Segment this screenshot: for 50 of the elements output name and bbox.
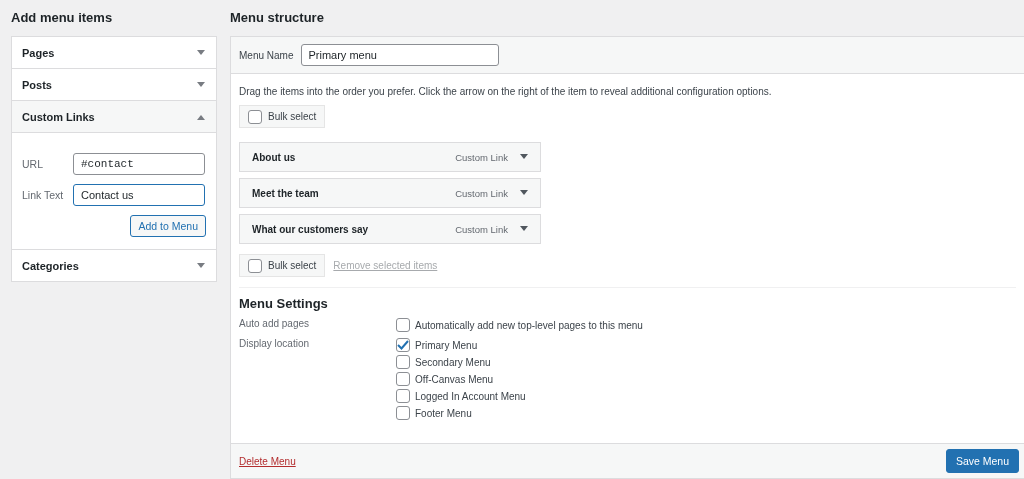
menu-item-title: Meet the team (252, 187, 320, 199)
delete-menu-link[interactable]: Delete Menu (239, 455, 296, 467)
menu-item-type: Custom Link (455, 151, 508, 163)
accordion-header[interactable]: Categories (12, 250, 216, 281)
checkbox-option[interactable]: Primary Menu (396, 338, 526, 352)
menu-name-field[interactable]: Primary menu (301, 44, 500, 66)
menu-item-title: What our customers say (252, 223, 370, 235)
field-label: Menu Name (239, 49, 294, 61)
checkbox-option[interactable]: Off-Canvas Menu (396, 372, 526, 386)
section-heading: Menu structure (230, 10, 325, 26)
checkbox-option[interactable]: Footer Menu (396, 406, 526, 420)
caret-down-icon[interactable] (520, 226, 528, 232)
caret-down-icon (197, 81, 205, 88)
checkbox[interactable] (396, 338, 410, 352)
menu-item[interactable]: About us Custom Link (239, 142, 541, 172)
menu-item[interactable]: What our customers say Custom Link (239, 214, 541, 244)
menu-item-type: Custom Link (455, 187, 508, 199)
save-menu-button[interactable]: Save Menu (945, 449, 1019, 473)
caret-down-icon[interactable] (520, 154, 528, 160)
menu-item-type: Custom Link (455, 223, 508, 235)
caret-up-icon (197, 113, 205, 120)
accordion-header[interactable]: Pages (12, 37, 216, 69)
checkbox-option[interactable]: Logged In Account Menu (396, 389, 526, 403)
section-heading: Add menu items (11, 10, 114, 26)
caret-down-icon (197, 262, 205, 269)
caret-down-icon[interactable] (520, 190, 528, 196)
menu-item[interactable]: Meet the team Custom Link (239, 178, 541, 208)
add-to-menu-button[interactable]: Add to Menu (130, 215, 206, 237)
settings-heading: Menu Settings (239, 296, 329, 311)
checkbox[interactable] (396, 389, 410, 403)
field-label: URL (22, 158, 44, 170)
text-field[interactable]: Contact us (73, 184, 205, 206)
accordion-header[interactable]: Custom Links (12, 101, 216, 133)
checkbox[interactable] (396, 318, 410, 332)
checkbox[interactable] (248, 109, 262, 124)
setting-label: Auto add pages (239, 318, 311, 331)
bulk-select-toggle[interactable]: Bulk select (239, 105, 326, 128)
text-field[interactable]: #contact (73, 153, 205, 175)
checkbox-option[interactable]: Secondary Menu (396, 355, 526, 369)
checkbox[interactable] (248, 258, 262, 273)
checkbox-option[interactable]: Automatically add new top-level pages to this menu (396, 318, 643, 332)
checkbox[interactable] (396, 355, 410, 369)
menu-item-title: About us (252, 151, 297, 163)
caret-down-icon (197, 49, 205, 56)
bulk-select-toggle[interactable]: Bulk select (239, 254, 326, 277)
field-label: Link Text (22, 189, 65, 201)
checkbox[interactable] (396, 372, 410, 386)
checkbox[interactable] (396, 406, 410, 420)
setting-label: Display location (239, 338, 311, 351)
instructions-text: Drag the items into the order you prefer. Click the arrow on the right of the item to reveal additional configuration options. (239, 86, 773, 97)
